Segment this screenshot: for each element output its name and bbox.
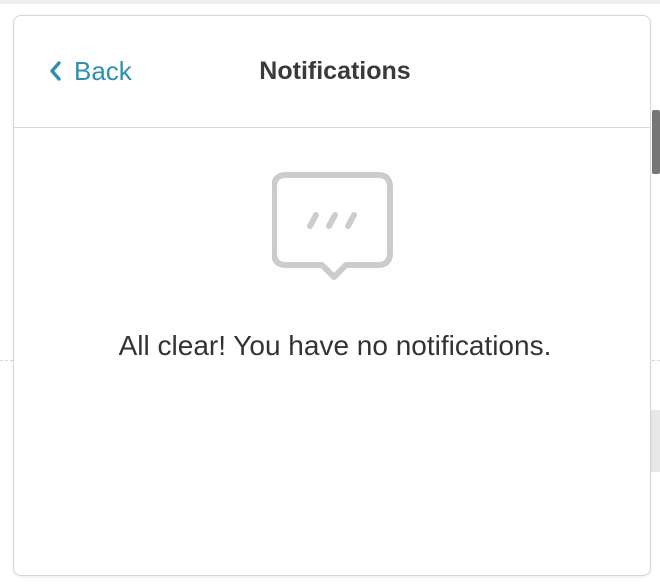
empty-state-message: All clear! You have no notifications. (118, 330, 552, 361)
background-scrollbar[interactable] (652, 110, 660, 174)
notifications-panel: Back Notifications All clear! You have n… (13, 15, 651, 576)
speech-bubble-icon (271, 171, 396, 292)
background-top-border (0, 0, 660, 4)
panel-header: Back Notifications (14, 16, 650, 128)
page-title: Notifications (259, 57, 411, 85)
